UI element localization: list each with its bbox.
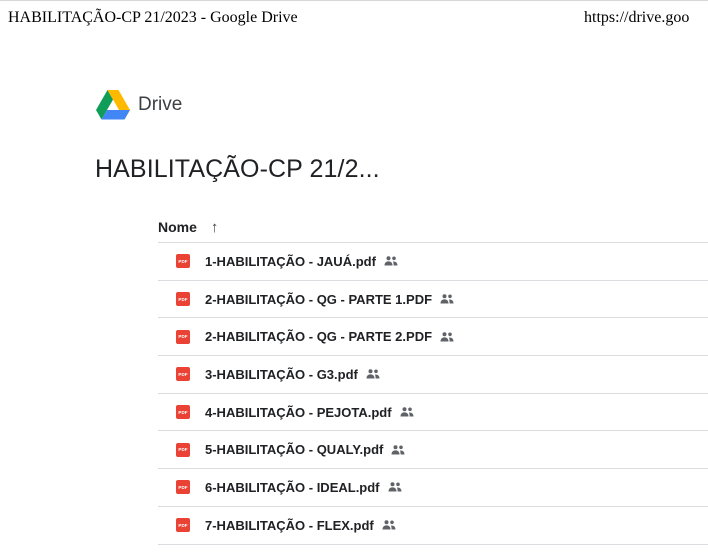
pdf-icon-label: PDF: [178, 371, 188, 377]
pdf-icon-label: PDF: [178, 296, 188, 302]
file-name[interactable]: 7-HABILITAÇÃO - FLEX.pdf: [205, 518, 374, 533]
pdf-icon-label: PDF: [178, 409, 188, 415]
arrow-up-icon[interactable]: ↑: [211, 219, 219, 236]
file-row[interactable]: PDF 2-HABILITAÇÃO - QG - PARTE 2.PDF: [158, 318, 708, 357]
pdf-icon-label: PDF: [178, 334, 188, 340]
shared-people-icon: [440, 332, 454, 342]
pdf-file-icon: PDF: [176, 442, 190, 457]
file-row[interactable]: PDF 5-HABILITAÇÃO - QUALY.pdf: [158, 431, 708, 470]
pdf-file-icon: PDF: [176, 329, 190, 344]
pdf-file-icon: PDF: [176, 292, 190, 307]
shared-people-icon: [382, 520, 396, 530]
file-row[interactable]: PDF 7-HABILITAÇÃO - FLEX.pdf: [158, 507, 708, 545]
pdf-file-icon: PDF: [176, 405, 190, 420]
file-name[interactable]: 6-HABILITAÇÃO - IDEAL.pdf: [205, 480, 380, 495]
file-row[interactable]: PDF 3-HABILITAÇÃO - G3.pdf: [158, 356, 708, 394]
drive-brand-link[interactable]: Drive: [96, 90, 182, 120]
name-column-header[interactable]: Nome: [158, 219, 197, 235]
file-name[interactable]: 2-HABILITAÇÃO - QG - PARTE 1.PDF: [205, 292, 432, 307]
drive-app-name: Drive: [138, 94, 183, 115]
pdf-file-icon: PDF: [176, 480, 190, 495]
file-name[interactable]: 3-HABILITAÇÃO - G3.pdf: [205, 367, 358, 382]
print-page-url: https://drive.goo: [584, 9, 690, 26]
pdf-file-icon: PDF: [176, 518, 190, 533]
file-row[interactable]: PDF 6-HABILITAÇÃO - IDEAL.pdf: [158, 469, 708, 507]
pdf-icon-label: PDF: [178, 522, 188, 528]
page: HABILITAÇÃO-CP 21/2023 - Google Drive ht…: [0, 0, 708, 552]
file-list: PDF 1-HABILITAÇÃO - JAUÁ.pdf PDF 2-HABIL…: [158, 242, 708, 545]
folder-title: HABILITAÇÃO-CP 21/2...: [95, 155, 380, 183]
pdf-file-icon: PDF: [176, 254, 190, 269]
file-name[interactable]: 1-HABILITAÇÃO - JAUÁ.pdf: [205, 254, 376, 269]
pdf-icon-label: PDF: [178, 258, 188, 264]
shared-people-icon: [366, 369, 380, 379]
shared-people-icon: [440, 294, 454, 304]
google-drive-logo-icon: [96, 90, 130, 120]
print-page-title: HABILITAÇÃO-CP 21/2023 - Google Drive: [8, 9, 298, 26]
list-header: Nome ↑: [158, 212, 218, 242]
file-row[interactable]: PDF 1-HABILITAÇÃO - JAUÁ.pdf: [158, 243, 708, 281]
shared-people-icon: [391, 445, 405, 455]
shared-people-icon: [388, 482, 402, 492]
pdf-icon-label: PDF: [178, 484, 188, 490]
file-row[interactable]: PDF 4-HABILITAÇÃO - PEJOTA.pdf: [158, 394, 708, 432]
print-header: HABILITAÇÃO-CP 21/2023 - Google Drive ht…: [0, 0, 708, 41]
file-row[interactable]: PDF 2-HABILITAÇÃO - QG - PARTE 1.PDF: [158, 281, 708, 319]
shared-people-icon: [384, 256, 398, 266]
file-name[interactable]: 4-HABILITAÇÃO - PEJOTA.pdf: [205, 405, 392, 420]
pdf-file-icon: PDF: [176, 367, 190, 382]
shared-people-icon: [400, 407, 414, 417]
pdf-icon-label: PDF: [178, 447, 188, 453]
file-name[interactable]: 5-HABILITAÇÃO - QUALY.pdf: [205, 442, 383, 457]
file-name[interactable]: 2-HABILITAÇÃO - QG - PARTE 2.PDF: [205, 329, 432, 344]
